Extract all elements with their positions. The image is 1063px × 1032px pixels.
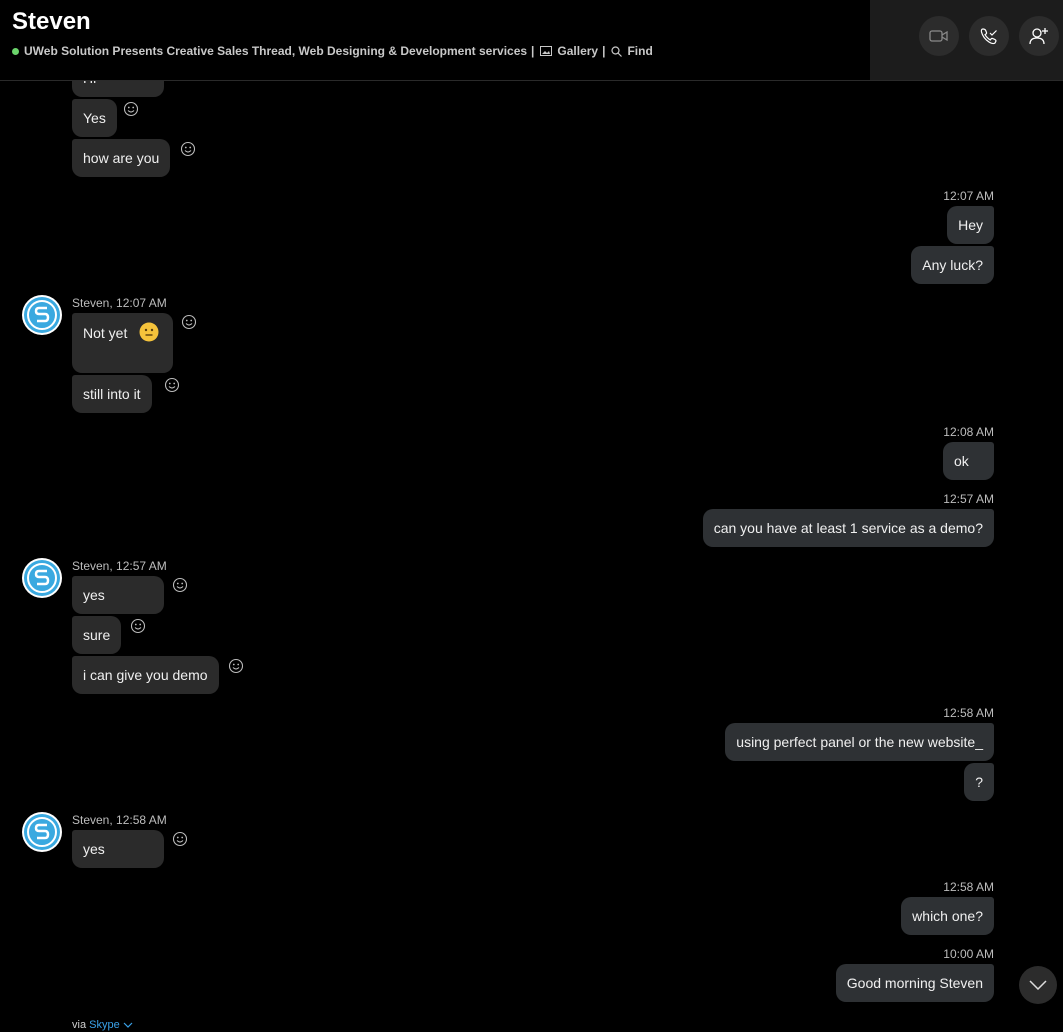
- video-call-button[interactable]: [919, 16, 959, 56]
- message-bubble[interactable]: how are you: [72, 139, 171, 177]
- status-text: UWeb Solution Presents Creative Sales Th…: [24, 44, 528, 58]
- message-bubble[interactable]: which one?: [901, 897, 994, 935]
- message-bubble[interactable]: using perfect panel or the new website_: [725, 723, 994, 761]
- message-timestamp: 12:58 AM: [943, 706, 994, 720]
- gallery-label: Gallery: [557, 44, 599, 58]
- message-timestamp: 12:08 AM: [943, 425, 994, 439]
- scroll-to-bottom-button[interactable]: [1019, 966, 1057, 1004]
- add-people-icon: [1029, 28, 1048, 45]
- message-bubble[interactable]: ok: [943, 442, 994, 480]
- separator: |: [602, 44, 606, 58]
- message-bubble[interactable]: yes: [72, 830, 164, 868]
- message-bubble[interactable]: i can give you demo: [72, 656, 219, 694]
- message-bubble[interactable]: Hi: [72, 81, 164, 97]
- emoji-reaction-icon[interactable]: [180, 141, 196, 157]
- message-text: Not yet: [83, 325, 128, 341]
- message-bubble[interactable]: ?: [964, 763, 994, 801]
- gallery-icon: [540, 46, 553, 56]
- message-bubble[interactable]: can you have at least 1 service as a dem…: [702, 509, 994, 547]
- contact-avatar-logo: [24, 560, 60, 596]
- emoji-reaction-icon[interactable]: [172, 831, 188, 847]
- chevron-down-icon: [1029, 980, 1047, 990]
- emoji-reaction-icon[interactable]: [123, 101, 139, 117]
- avatar[interactable]: [22, 558, 62, 598]
- message-bubble[interactable]: Good morning Steven: [835, 964, 994, 1002]
- message-bubble[interactable]: Yes: [72, 99, 117, 137]
- emoji-reaction-icon[interactable]: [130, 618, 146, 634]
- skype-link[interactable]: Skype: [89, 1019, 120, 1031]
- emoji-reaction-icon[interactable]: [228, 658, 244, 674]
- message-bubble[interactable]: still into it: [72, 375, 152, 413]
- video-call-icon: [929, 30, 948, 42]
- chat-header: Steven UWeb Solution Presents Creative S…: [0, 0, 870, 81]
- via-skype: via Skype: [72, 1019, 133, 1031]
- avatar[interactable]: [22, 295, 62, 335]
- audio-call-icon: [980, 28, 997, 45]
- message-list[interactable]: Hi Yes how are you 12:07 AM Hey Any luck…: [0, 81, 1063, 1032]
- message-bubble[interactable]: yes: [72, 576, 164, 614]
- message-bubble[interactable]: Hey: [947, 206, 994, 244]
- message-timestamp: 12:57 AM: [943, 492, 994, 506]
- separator: |: [531, 44, 535, 58]
- contact-name[interactable]: Steven: [12, 8, 91, 36]
- add-people-button[interactable]: [1019, 16, 1059, 56]
- contact-avatar-logo: [24, 297, 60, 333]
- neutral-face-emoji: [139, 322, 159, 342]
- message-timestamp: 12:58 AM: [943, 880, 994, 894]
- emoji-reaction-icon[interactable]: [164, 377, 180, 393]
- emoji-reaction-icon[interactable]: [172, 577, 188, 593]
- emoji-reaction-icon[interactable]: [181, 314, 197, 330]
- audio-call-button[interactable]: [969, 16, 1009, 56]
- contact-avatar-logo: [24, 814, 60, 850]
- via-label: via: [72, 1019, 87, 1031]
- message-bubble[interactable]: Not yet: [72, 313, 173, 373]
- message-bubble[interactable]: Any luck?: [911, 246, 994, 284]
- sender-name-time: Steven, 12:57 AM: [72, 559, 167, 573]
- gallery-link[interactable]: Gallery: [540, 44, 598, 58]
- online-status-icon: [12, 47, 19, 55]
- find-label: Find: [627, 44, 653, 58]
- message-timestamp: 10:00 AM: [943, 947, 994, 961]
- chevron-down-icon[interactable]: [123, 1022, 133, 1028]
- sender-name-time: Steven, 12:58 AM: [72, 813, 167, 827]
- contact-status: UWeb Solution Presents Creative Sales Th…: [12, 44, 653, 58]
- message-timestamp: 12:07 AM: [943, 189, 994, 203]
- sender-name-time: Steven, 12:07 AM: [72, 296, 167, 310]
- message-bubble[interactable]: sure: [72, 616, 122, 654]
- find-link[interactable]: Find: [611, 44, 653, 58]
- search-icon: [611, 45, 623, 57]
- call-controls: [870, 0, 1063, 81]
- avatar[interactable]: [22, 812, 62, 852]
